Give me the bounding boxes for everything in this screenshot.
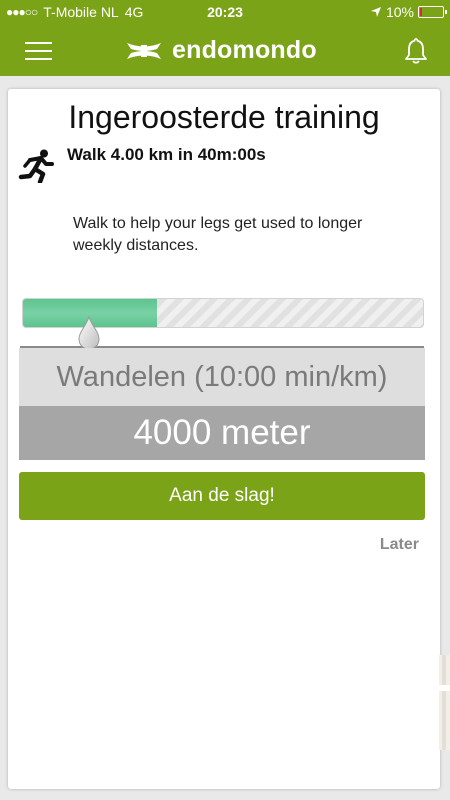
workout-summary: Walk 4.00 km in 40m:00s xyxy=(67,145,266,164)
start-button[interactable]: Aan de slag! xyxy=(19,472,425,520)
status-right: 10% xyxy=(370,4,447,20)
brand-name: endomondo xyxy=(172,36,317,64)
distance-label: 4000 meter xyxy=(19,406,425,460)
slider-handle-drop-icon[interactable] xyxy=(78,316,100,350)
location-arrow-icon xyxy=(370,7,381,17)
workout-description: Walk to help your legs get used to longe… xyxy=(73,215,363,254)
battery-percent: 10% xyxy=(385,4,414,20)
running-person-icon xyxy=(18,149,54,183)
hamburger-menu-icon[interactable] xyxy=(25,42,52,61)
later-link[interactable]: Later xyxy=(380,536,419,554)
activity-type-label: Wandelen (10:00 min/km) xyxy=(19,348,425,406)
bell-icon[interactable] xyxy=(404,37,428,65)
status-bar: ●●●○○ T-Mobile NL 4G 20:23 10% xyxy=(0,0,450,26)
scheduled-training-card: Ingeroosterde training Walk 4.00 km in 4… xyxy=(8,89,440,789)
top-nav-bar: endomondo xyxy=(0,26,450,76)
app-logo: endomondo xyxy=(124,36,317,65)
map-preview xyxy=(439,655,450,750)
under-armour-logo-icon xyxy=(127,42,161,59)
battery-level xyxy=(420,8,423,16)
battery-icon xyxy=(418,6,447,18)
page-title: Ingeroosterde training xyxy=(68,99,380,135)
